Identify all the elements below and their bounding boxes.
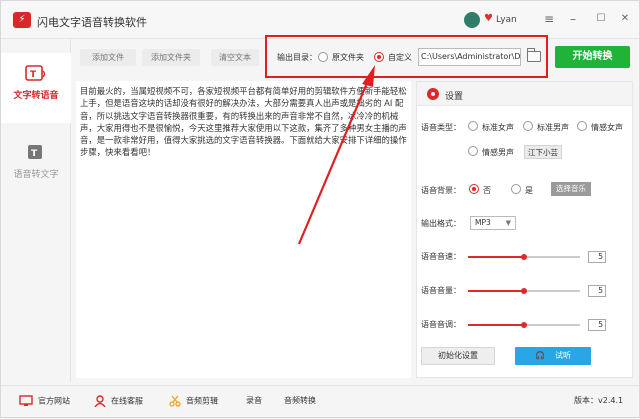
record-link[interactable]: 录音 [246,395,262,406]
pitch-label: 语音音调： [421,320,461,329]
add-file-button[interactable]: 添加文件 [80,49,136,66]
online-service-link[interactable]: 在线客服 [94,395,143,407]
pitch-value-input[interactable]: 5 [588,319,606,331]
choose-music-button[interactable]: 选择音乐 [551,182,591,196]
original-folder-radio[interactable] [318,52,328,62]
voice-standard-male-radio[interactable] [523,121,533,131]
background-yes-label[interactable]: 是 [525,185,533,196]
voice-emotional-male-radio[interactable] [468,146,478,156]
monitor-icon [19,395,33,406]
username[interactable]: Lyan [496,15,517,25]
close-button[interactable]: ✕ [617,11,633,27]
background-label: 语音背景： [421,186,461,195]
volume-slider-fill [468,290,524,292]
settings-header: 设置 [417,82,632,106]
version-label: 版本：v2.4.1 [574,396,624,405]
text-editor[interactable]: 目前最火的，当属短视频不可，各家短视频平台都有简单好用的剪辑软件方便新手能轻松上… [76,81,411,378]
app-logo-icon: ⚡ [13,12,31,28]
pitch-slider-fill [468,324,524,326]
volume-slider[interactable] [468,288,580,294]
init-settings-button[interactable]: 初始化设置 [421,347,495,365]
folder-icon[interactable] [527,48,541,62]
online-service-label: 在线客服 [111,396,143,406]
official-site-link[interactable]: 官方网站 [19,395,70,407]
custom-folder-label[interactable]: 自定义 [388,52,412,63]
official-site-label: 官方网站 [38,396,70,406]
voice-name-tag[interactable]: 江下小芸 [524,145,562,159]
output-directory-label: 输出目录： [277,53,317,62]
settings-title: 设置 [445,92,464,102]
svg-text:T: T [31,149,38,159]
sidebar-item-label: 语音转文字 [13,170,59,180]
pitch-slider-handle[interactable] [521,322,527,328]
text-to-speech-icon: T [25,65,46,81]
volume-label: 语音音量： [421,286,461,295]
voice-emotional-male-label[interactable]: 情感男声 [482,147,514,158]
audio-convert-link[interactable]: 音频转换 [284,395,316,406]
sidebar-item-text-to-speech[interactable]: T 文字转语音 [1,53,71,123]
headphones-icon: 🎧 [535,351,545,360]
audio-edit-label: 音频剪辑 [186,396,218,406]
speed-label: 语音音速： [421,252,461,261]
background-yes-radio[interactable] [511,184,521,194]
speech-to-text-icon: T [28,145,42,159]
person-icon [94,395,106,407]
title-bar: ⚡ 闪电文字语音转换软件 ♥ Lyan ≡ – ☐ ✕ [1,1,639,39]
audio-edit-link[interactable]: 音频剪辑 [169,395,218,407]
chevron-down-icon: ▼ [505,219,511,227]
volume-value-input[interactable]: 5 [588,285,606,297]
speed-slider-handle[interactable] [521,254,527,260]
original-folder-label[interactable]: 原文件夹 [332,52,364,63]
voice-standard-female-radio[interactable] [468,121,478,131]
menu-icon[interactable]: ≡ [541,11,557,27]
custom-folder-radio[interactable] [374,52,384,62]
heart-icon: ♥ [484,13,493,24]
voice-type-label: 语音类型： [421,123,461,132]
start-convert-button[interactable]: 开始转换 [555,46,630,68]
voice-standard-female-label[interactable]: 标准女声 [482,122,514,133]
output-format-value: MP3 [475,218,491,227]
speed-slider-fill [468,256,524,258]
background-no-radio[interactable] [469,184,479,194]
speed-value-input[interactable]: 5 [588,251,606,263]
maximize-button[interactable]: ☐ [593,11,609,27]
app-title: 闪电文字语音转换软件 [37,16,147,29]
footer: 官方网站 在线客服 音频剪辑 录音 音频转换 版本：v2.4.1 [1,385,639,417]
sidebar-item-label: 文字转语音 [13,91,59,101]
add-folder-button[interactable]: 添加文件夹 [142,49,200,66]
svg-text:T: T [30,70,37,80]
background-no-label[interactable]: 否 [483,185,491,196]
minimize-button[interactable]: – [565,11,581,27]
speed-slider[interactable] [468,254,580,260]
app-window: ⚡ 闪电文字语音转换软件 ♥ Lyan ≡ – ☐ ✕ T 文字转语音 T 语音… [0,0,640,418]
output-path-input[interactable]: C:\Users\Administrator\De [418,48,521,66]
output-format-label: 输出格式： [421,219,461,228]
voice-emotional-female-label[interactable]: 情感女声 [591,122,623,133]
output-format-select[interactable]: MP3 ▼ [470,216,516,230]
clear-text-button[interactable]: 清空文本 [211,49,259,66]
gear-icon [427,88,439,100]
scissors-icon [169,395,181,407]
sidebar: T 文字转语音 T 语音转文字 [1,39,71,382]
editor-text[interactable]: 目前最火的，当属短视频不可，各家短视频平台都有简单好用的剪辑软件方便新手能轻松上… [80,85,408,159]
voice-standard-male-label[interactable]: 标准男声 [537,122,569,133]
voice-emotional-female-radio[interactable] [577,121,587,131]
user-avatar[interactable] [464,12,480,28]
listen-button[interactable]: 🎧 试听 [515,347,591,365]
listen-label: 试听 [554,351,571,360]
volume-slider-handle[interactable] [521,288,527,294]
sidebar-item-speech-to-text[interactable]: T 语音转文字 [1,144,71,180]
pitch-slider[interactable] [468,322,580,328]
